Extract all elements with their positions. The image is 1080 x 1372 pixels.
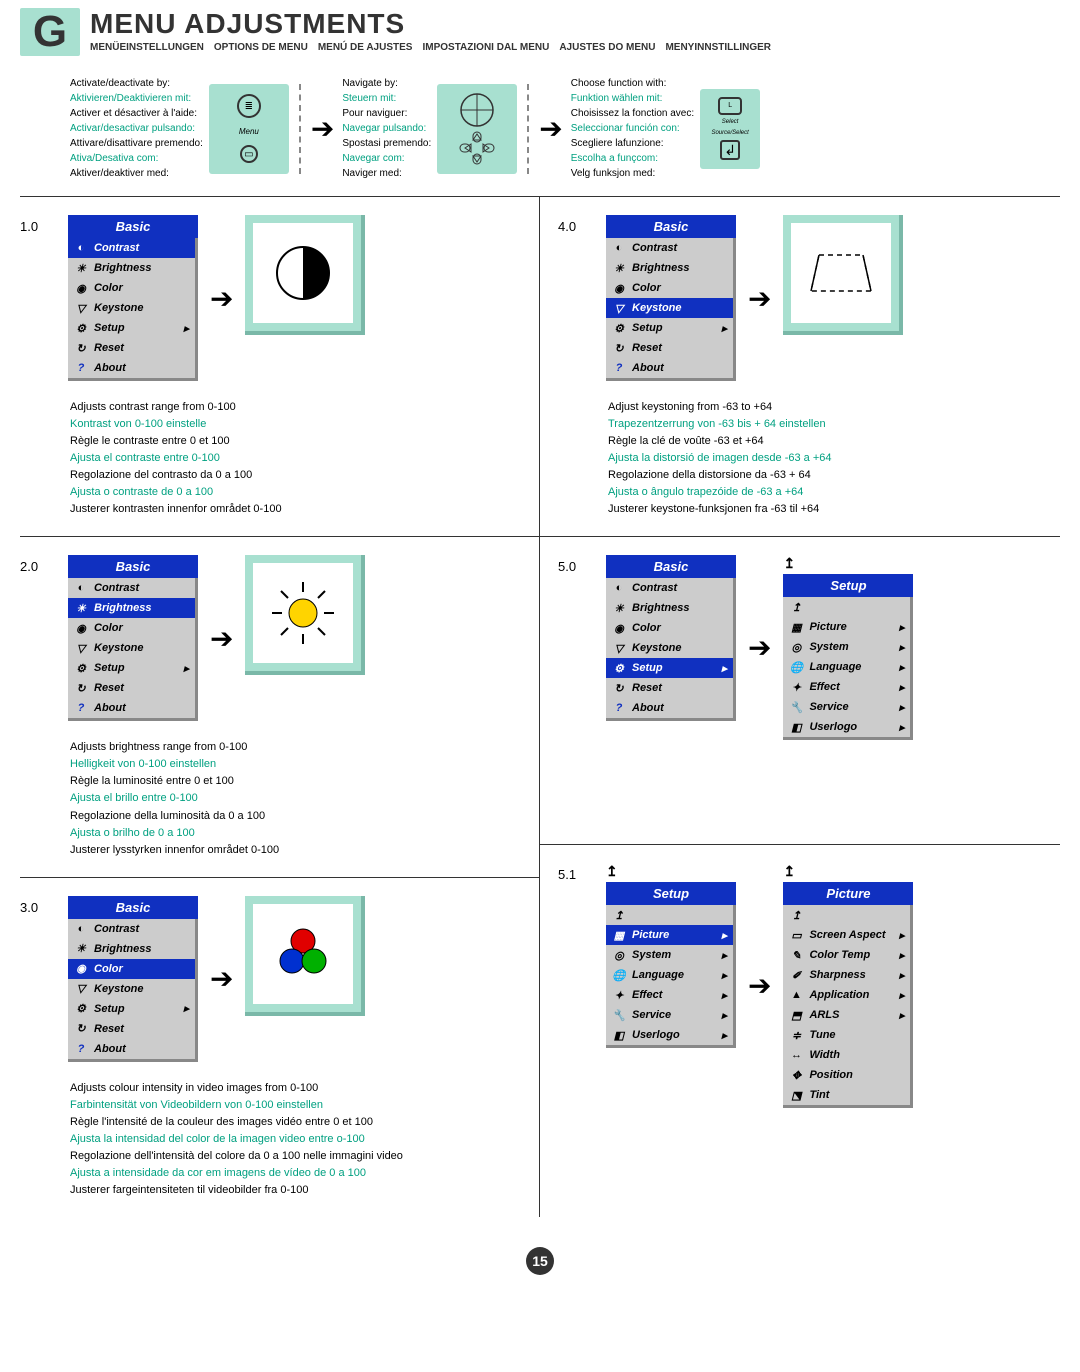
basic-menu: Basic ◐Contrast ☀Brightness ◉Color ▽Keys… bbox=[68, 555, 198, 721]
section-5: 5.0 Basic ◐Contrast ☀Brightness ◉Color ▽… bbox=[540, 537, 1060, 750]
width-icon: ↔ bbox=[789, 1048, 803, 1062]
reset-icon: ↻ bbox=[74, 341, 88, 355]
setup-icon: ⚙ bbox=[74, 321, 88, 335]
result-brightness bbox=[245, 555, 365, 675]
keystone-icon: ▽ bbox=[74, 301, 88, 315]
section-4: 4.0 Basic ◐Contrast ☀Brightness ◉Color ▽… bbox=[540, 197, 1060, 391]
activate-text: Activate/deactivate by: Aktivieren/Deakt… bbox=[70, 76, 203, 181]
setup-menu: Setup ↥ ▦Picture▸ ◎System▸ 🌐Language▸ ✦E… bbox=[606, 882, 736, 1048]
arrow-icon: ➔ bbox=[210, 622, 233, 655]
tune-icon: ≑ bbox=[789, 1028, 803, 1042]
basic-menu: Basic ◐Contrast ☀Brightness ◉Color ▽Keys… bbox=[606, 215, 736, 381]
arrow-icon: ➔ bbox=[311, 112, 334, 145]
tint-icon: ⬔ bbox=[789, 1088, 803, 1102]
section-5-1: 5.1 ↥ Setup ↥ ▦Picture▸ ◎System▸ 🌐Langua… bbox=[540, 845, 1060, 1118]
choose-text: Choose function with: Funktion wählen mi… bbox=[571, 76, 694, 181]
colortemp-icon: ✎ bbox=[789, 948, 803, 962]
page-header: G MENU ADJUSTMENTS MENÜEINSTELLUNGENOPTI… bbox=[20, 0, 1060, 56]
back-icon: ↥ bbox=[789, 600, 803, 614]
section-1: 1.0 Basic ◐Contrast ☀Brightness ◉Color ▽… bbox=[20, 197, 539, 391]
section-5-desc bbox=[540, 750, 1060, 845]
arrow-icon: ➔ bbox=[748, 969, 771, 1002]
section-number: 3.0 bbox=[20, 896, 56, 915]
section-1-desc: Adjusts contrast range from 0-100Kontras… bbox=[20, 391, 539, 537]
section-badge: G bbox=[20, 8, 80, 56]
service-icon: 🔧 bbox=[789, 700, 803, 714]
application-icon: ▲ bbox=[789, 988, 803, 1002]
section-3: 3.0 Basic ◐Contrast ☀Brightness ◉Color ▽… bbox=[20, 878, 539, 1072]
subtitle-row: MENÜEINSTELLUNGENOPTIONS DE MENUMENÚ DE … bbox=[90, 42, 1060, 53]
system-icon: ◎ bbox=[789, 640, 803, 654]
section-number: 1.0 bbox=[20, 215, 56, 234]
effect-icon: ✦ bbox=[789, 680, 803, 694]
picture-menu: Picture ↥ ▭Screen Aspect▸ ✎Color Temp▸ ✐… bbox=[783, 882, 913, 1108]
page-title: MENU ADJUSTMENTS bbox=[90, 8, 1060, 40]
arrow-icon: ➔ bbox=[748, 282, 771, 315]
basic-menu: Basic ◐Contrast ☀Brightness ◉Color ▽Keys… bbox=[68, 896, 198, 1062]
arrow-icon: ➔ bbox=[748, 631, 771, 664]
userlogo-icon: ◧ bbox=[789, 720, 803, 734]
select-button-icon: L Select Source/Select ↲ bbox=[700, 89, 760, 169]
color-icon: ◉ bbox=[74, 281, 88, 295]
setup-menu: Setup ↥ ▦Picture▸ ◎System▸ 🌐Language▸ ✦E… bbox=[783, 574, 913, 740]
result-keystone bbox=[783, 215, 903, 335]
section-number: 5.1 bbox=[558, 863, 594, 882]
arrow-icon: ➔ bbox=[210, 282, 233, 315]
back-icon: ↥ bbox=[783, 863, 913, 880]
page-number: 15 bbox=[526, 1247, 554, 1275]
nav-pad-icon bbox=[437, 84, 517, 174]
position-icon: ✥ bbox=[789, 1068, 803, 1082]
about-icon: ? bbox=[74, 361, 88, 375]
section-2: 2.0 Basic ◐Contrast ☀Brightness ◉Color ▽… bbox=[20, 537, 539, 731]
basic-menu: Basic ◐Contrast ☀Brightness ◉Color ▽Keys… bbox=[606, 555, 736, 721]
sharpness-icon: ✐ bbox=[789, 968, 803, 982]
section-2-desc: Adjusts brightness range from 0-100Helli… bbox=[20, 731, 539, 877]
section-number: 5.0 bbox=[558, 555, 594, 574]
arls-icon: ⬒ bbox=[789, 1008, 803, 1022]
basic-menu: Basic ◐Contrast ☀Brightness ◉Color ▽Keys… bbox=[68, 215, 198, 381]
brightness-icon: ☀ bbox=[74, 261, 88, 275]
section-4-desc: Adjust keystoning from -63 to +64Trapeze… bbox=[540, 391, 1060, 537]
picture-icon: ▦ bbox=[789, 620, 803, 634]
section-number: 2.0 bbox=[20, 555, 56, 574]
arrow-icon: ➔ bbox=[539, 112, 562, 145]
back-icon: ↥ bbox=[606, 863, 736, 880]
result-contrast bbox=[245, 215, 365, 335]
contrast-icon: ◐ bbox=[74, 241, 88, 255]
section-number: 4.0 bbox=[558, 215, 594, 234]
navigate-text: Navigate by: Steuern mit: Pour naviguer:… bbox=[342, 76, 431, 181]
back-icon: ↥ bbox=[783, 555, 913, 572]
section-3-desc: Adjusts colour intensity in video images… bbox=[20, 1072, 539, 1217]
arrow-icon: ➔ bbox=[210, 962, 233, 995]
result-color bbox=[245, 896, 365, 1016]
aspect-icon: ▭ bbox=[789, 928, 803, 942]
menu-button-icon: ≣ Menu ▭ bbox=[209, 84, 289, 174]
language-icon: 🌐 bbox=[789, 660, 803, 674]
intro-row: Activate/deactivate by: Aktivieren/Deakt… bbox=[20, 56, 1060, 197]
